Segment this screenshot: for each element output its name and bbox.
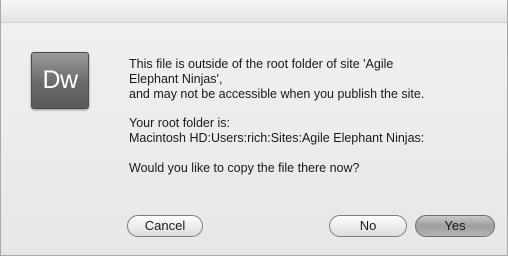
root-folder-info: Your root folder is: Macintosh HD:Users:… <box>129 116 499 146</box>
no-button[interactable]: No <box>329 215 407 237</box>
copy-question-text: Would you like to copy the file there no… <box>129 161 360 175</box>
cancel-button[interactable]: Cancel <box>127 215 203 237</box>
dialog-message: This file is outside of the root folder … <box>129 57 499 176</box>
dreamweaver-app-icon: Dw <box>31 52 89 109</box>
warning-line-3: and may not be accessible when you publi… <box>129 87 425 101</box>
copy-file-dialog: Dw This file is outside of the root fold… <box>0 0 508 256</box>
copy-question: Would you like to copy the file there no… <box>129 161 499 176</box>
warning-line-2: Elephant Ninjas', <box>129 72 223 86</box>
dialog-titlebar <box>1 0 507 23</box>
warning-text: This file is outside of the root folder … <box>129 57 499 102</box>
app-icon-label: Dw <box>42 66 78 94</box>
warning-line-1: This file is outside of the root folder … <box>129 57 394 71</box>
root-folder-path: Macintosh HD:Users:rich:Sites:Agile Elep… <box>129 131 425 145</box>
yes-button[interactable]: Yes <box>415 215 495 237</box>
root-folder-label: Your root folder is: <box>129 116 230 130</box>
